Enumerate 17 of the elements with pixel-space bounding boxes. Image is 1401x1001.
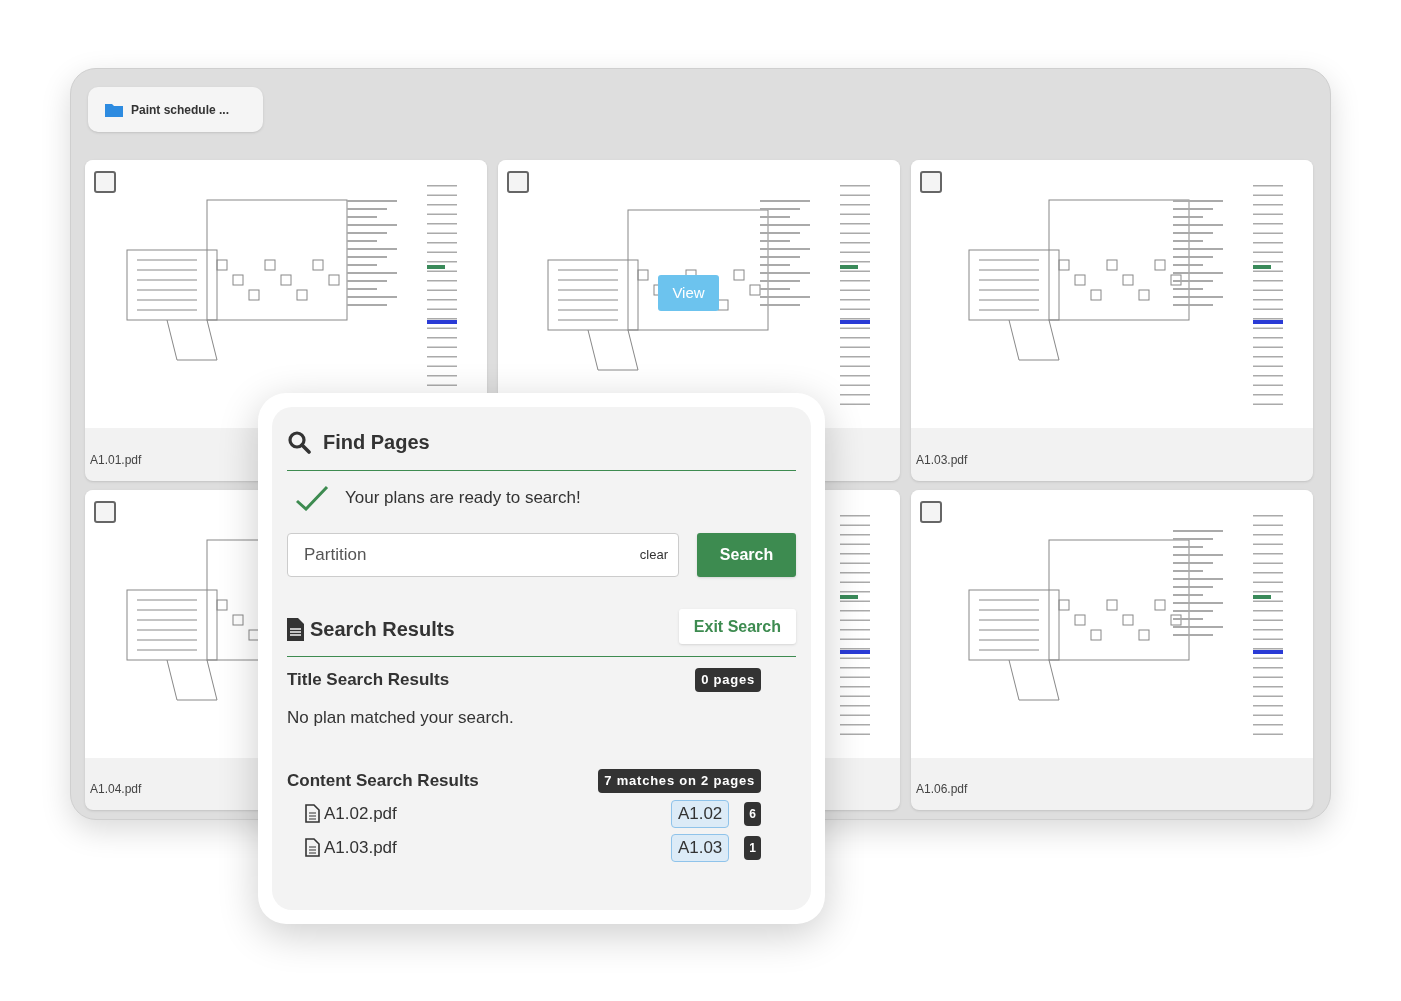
- file-name: A1.02.pdf: [324, 802, 397, 825]
- count-badge: 0 pages: [695, 668, 761, 692]
- file-name: A1.06.pdf: [916, 781, 968, 798]
- panel-title: Find Pages: [323, 430, 430, 455]
- match-count: 6: [744, 801, 761, 826]
- file-name: A1.04.pdf: [90, 781, 142, 798]
- results-title: Search Results: [310, 617, 455, 642]
- status-message: Your plans are ready to search!: [345, 487, 581, 510]
- section-heading: Title Search Results: [287, 669, 450, 691]
- folder-name: Paint schedule ...: [131, 101, 230, 119]
- file-name: A1.01.pdf: [90, 452, 142, 469]
- file-name: A1.03.pdf: [324, 836, 397, 859]
- section-heading: Content Search Results: [287, 770, 479, 792]
- file-name: A1.03.pdf: [916, 452, 968, 469]
- match-count: 1: [744, 835, 761, 860]
- no-results-message: No plan matched your search.: [287, 706, 515, 729]
- count-badge: 7 matches on 2 pages: [598, 769, 761, 793]
